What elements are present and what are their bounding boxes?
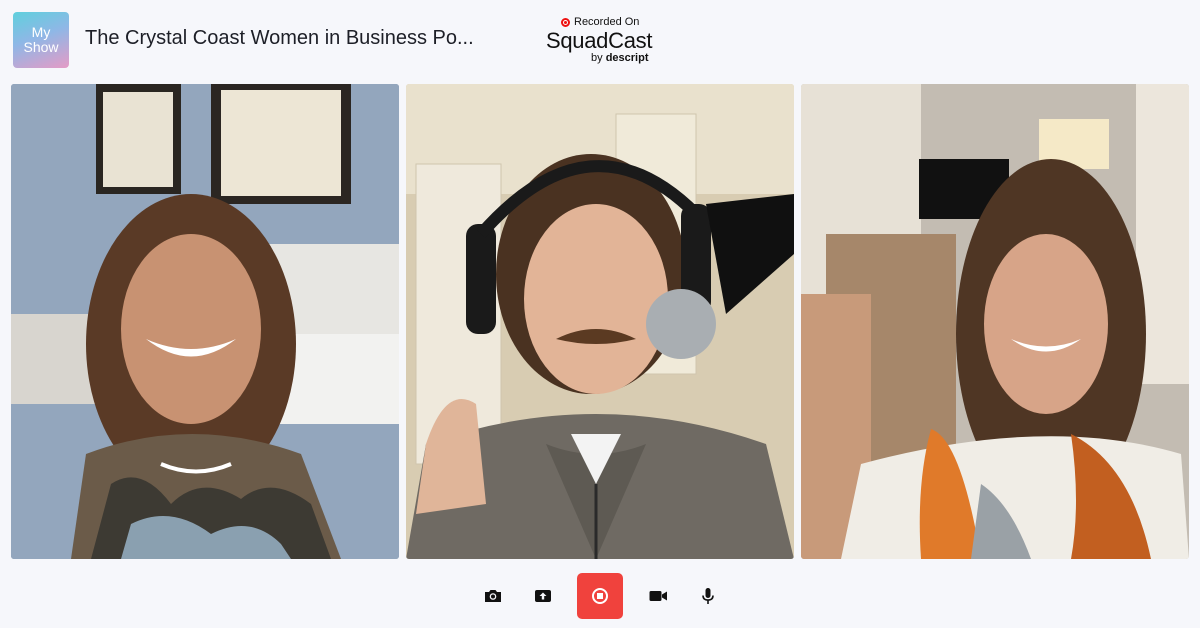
show-title: The Crystal Coast Women in Business Po..… — [85, 27, 474, 49]
video-feed-right — [801, 84, 1189, 559]
mic-toggle-button[interactable] — [685, 573, 731, 619]
call-controls — [0, 573, 1200, 619]
stop-recording-button[interactable] — [577, 573, 623, 619]
squadcast-brand: Recorded On SquadCast by descript — [546, 16, 666, 66]
show-logo[interactable]: My Show — [13, 12, 69, 68]
camera-icon — [485, 590, 501, 602]
header: My Show The Crystal Coast Women in Busin… — [0, 0, 1200, 80]
participant-video-left[interactable] — [11, 84, 399, 559]
video-toggle-button[interactable] — [635, 573, 681, 619]
brand-by-name: descript — [605, 52, 649, 64]
logo-line-2: Show — [23, 39, 59, 55]
brand-by-prefix: by — [591, 52, 603, 64]
participant-video-right[interactable] — [801, 84, 1189, 559]
camera-snapshot-button[interactable] — [470, 573, 516, 619]
upload-icon — [535, 590, 551, 602]
stop-record-icon — [592, 588, 608, 604]
video-feed-left — [11, 84, 399, 559]
video-feed-center — [406, 84, 794, 559]
video-icon — [649, 591, 667, 601]
record-dot-icon — [561, 17, 570, 27]
brand-name: SquadCast — [546, 28, 653, 53]
microphone-icon — [702, 588, 714, 604]
logo-line-1: My — [31, 24, 51, 40]
upload-button[interactable] — [520, 573, 566, 619]
recorded-on-label: Recorded On — [574, 16, 640, 28]
participant-video-center[interactable] — [406, 84, 794, 559]
